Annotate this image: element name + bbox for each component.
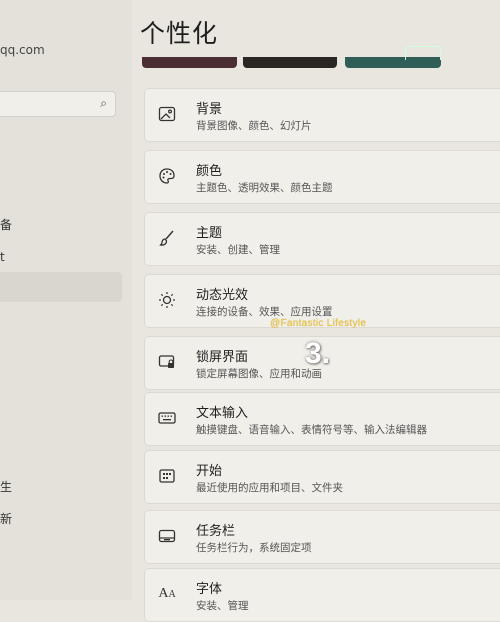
- settings-card-colors[interactable]: 颜色 主题色、透明效果、颜色主题: [144, 150, 500, 204]
- start-icon: [157, 466, 177, 486]
- settings-card-background[interactable]: 背景 背景图像、颜色、幻灯片: [144, 88, 500, 142]
- card-subtitle: 连接的设备、效果、应用设置: [196, 306, 333, 318]
- card-subtitle: 主题色、透明效果、颜色主题: [196, 182, 333, 194]
- watermark-text: @Fantastic Lifestyle: [270, 318, 367, 329]
- card-title: 文本输入: [196, 406, 249, 421]
- sidebar-item-1[interactable]: 备: [0, 216, 12, 233]
- card-subtitle: 锁定屏幕图像、应用和动画: [196, 368, 322, 380]
- search-input[interactable]: ⌕: [0, 91, 116, 117]
- sidebar-item-3[interactable]: 生: [0, 478, 12, 495]
- card-title: 主题: [196, 226, 223, 241]
- page-title: 个性化: [140, 19, 219, 48]
- keyboard-icon: [157, 408, 177, 428]
- theme-preview-1[interactable]: [142, 57, 237, 68]
- theme-preview-2[interactable]: [243, 57, 337, 68]
- sidebar-item-2[interactable]: t: [0, 250, 5, 264]
- card-subtitle: 任务栏行为，系统固定项: [196, 542, 312, 554]
- palette-icon: [157, 166, 177, 186]
- brush-icon: [157, 228, 177, 248]
- lock-screen-icon: [157, 352, 177, 372]
- dynamic-lighting-icon: [157, 290, 177, 310]
- card-title: 背景: [196, 102, 223, 117]
- card-title: 锁屏界面: [196, 350, 249, 365]
- sidebar-item-4[interactable]: 新: [0, 510, 12, 527]
- card-subtitle: 最近使用的应用和项目、文件夹: [196, 482, 343, 494]
- settings-card-fonts[interactable]: AA 字体 安装、管理: [144, 568, 500, 622]
- account-email: qq.com: [0, 43, 45, 57]
- card-title: 开始: [196, 464, 223, 479]
- taskbar-icon: [157, 526, 177, 546]
- card-title: 字体: [196, 582, 223, 597]
- search-icon[interactable]: ⌕: [100, 96, 107, 111]
- card-title: 动态光效: [196, 288, 249, 303]
- card-subtitle: 触摸键盘、语音输入、表情符号等、输入法编辑器: [196, 424, 427, 436]
- sidebar: qq.com ⌕ 备 t 生 新: [0, 0, 132, 600]
- settings-card-themes[interactable]: 主题 安装、创建、管理: [144, 212, 500, 266]
- theme-selected-indicator: [405, 46, 441, 60]
- card-title: 任务栏: [196, 524, 236, 539]
- font-icon: AA: [158, 586, 176, 601]
- settings-card-text-input[interactable]: 文本输入 触摸键盘、语音输入、表情符号等、输入法编辑器: [144, 392, 500, 446]
- card-title: 颜色: [196, 164, 223, 179]
- image-icon: [157, 104, 177, 124]
- settings-card-taskbar[interactable]: 任务栏 任务栏行为，系统固定项: [144, 510, 500, 564]
- card-subtitle: 安装、管理: [196, 600, 249, 612]
- sidebar-item-personalization-selected[interactable]: [0, 272, 122, 302]
- card-subtitle: 安装、创建、管理: [196, 244, 280, 256]
- step-number-overlay: 3.: [305, 337, 331, 370]
- card-subtitle: 背景图像、颜色、幻灯片: [196, 120, 312, 132]
- settings-card-start[interactable]: 开始 最近使用的应用和项目、文件夹: [144, 450, 500, 504]
